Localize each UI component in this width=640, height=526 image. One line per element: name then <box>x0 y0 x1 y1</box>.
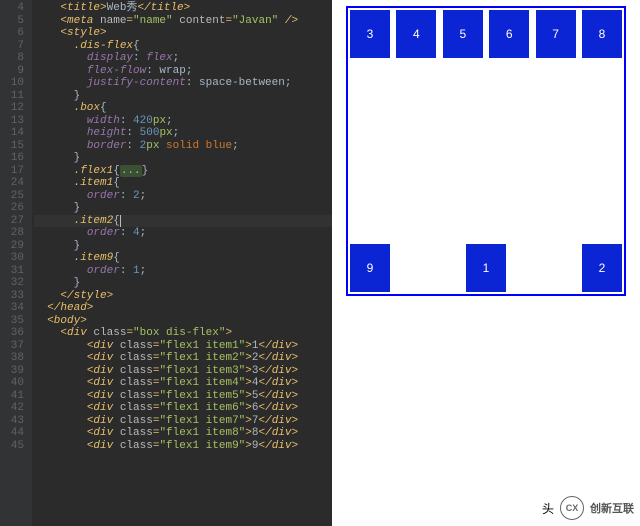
code-line[interactable]: <meta name="name" content="Javan" /> <box>34 15 332 28</box>
code-line[interactable]: <body> <box>34 315 332 328</box>
code-line[interactable]: order: 1; <box>34 265 332 278</box>
code-line[interactable]: } <box>34 90 332 103</box>
code-line[interactable]: <div class="flex1 item7">7</div> <box>34 415 332 428</box>
code-line[interactable]: } <box>34 240 332 253</box>
flex-item: 3 <box>350 10 390 58</box>
flex-item: 8 <box>582 10 622 58</box>
watermark-right: 创新互联 <box>590 500 634 516</box>
code-line[interactable]: .box{ <box>34 102 332 115</box>
code-line[interactable]: .flex1{...} <box>34 165 332 178</box>
code-line[interactable]: <div class="flex1 item9">9</div> <box>34 440 332 453</box>
code-line[interactable]: .item9{ <box>34 252 332 265</box>
code-line[interactable]: <div class="flex1 item5">5</div> <box>34 390 332 403</box>
watermark: 头 CX 创新互联 <box>542 496 634 520</box>
code-line[interactable]: <div class="box dis-flex"> <box>34 327 332 340</box>
line-gutter: 4567891011121314151617242526272829303132… <box>0 0 32 526</box>
code-line[interactable]: <div class="flex1 item6">6</div> <box>34 402 332 415</box>
code-line[interactable]: } <box>34 152 332 165</box>
code-line[interactable]: height: 500px; <box>34 127 332 140</box>
code-line[interactable]: border: 2px solid blue; <box>34 140 332 153</box>
code-line[interactable]: order: 2; <box>34 190 332 203</box>
code-line[interactable]: <div class="flex1 item2">2</div> <box>34 352 332 365</box>
code-line[interactable]: display: flex; <box>34 52 332 65</box>
code-line[interactable]: </head> <box>34 302 332 315</box>
code-line[interactable]: <title>Web秀</title> <box>34 2 332 15</box>
flex-container: 1 2 345678 9 <box>346 6 626 296</box>
code-area[interactable]: <title>Web秀</title> <meta name="name" co… <box>32 0 332 526</box>
code-line[interactable]: </style> <box>34 290 332 303</box>
code-line[interactable]: .dis-flex{ <box>34 40 332 53</box>
code-line[interactable]: order: 4; <box>34 227 332 240</box>
code-line[interactable]: <div class="flex1 item1">1</div> <box>34 340 332 353</box>
code-line[interactable]: } <box>34 277 332 290</box>
code-line[interactable]: width: 420px; <box>34 115 332 128</box>
code-line[interactable]: .item2{ <box>34 215 332 228</box>
code-line[interactable]: justify-content: space-between; <box>34 77 332 90</box>
flex-item: 4 <box>396 10 436 58</box>
flex-item: 5 <box>443 10 483 58</box>
flex-item: 6 <box>489 10 529 58</box>
code-line[interactable]: <div class="flex1 item4">4</div> <box>34 377 332 390</box>
watermark-logo-icon: CX <box>560 496 584 520</box>
flex-item: 7 <box>536 10 576 58</box>
flex-item: 9 <box>350 244 390 292</box>
code-line[interactable]: } <box>34 202 332 215</box>
watermark-left: 头 <box>542 500 554 517</box>
code-line[interactable]: <style> <box>34 27 332 40</box>
flex-item: 1 <box>466 244 506 292</box>
code-line[interactable]: .item1{ <box>34 177 332 190</box>
code-editor[interactable]: 4567891011121314151617242526272829303132… <box>0 0 332 526</box>
browser-preview: 1 2 345678 9 头 CX 创新互联 <box>332 0 640 526</box>
code-line[interactable]: <div class="flex1 item8">8</div> <box>34 427 332 440</box>
code-line[interactable]: <div class="flex1 item3">3</div> <box>34 365 332 378</box>
code-line[interactable]: flex-flow: wrap; <box>34 65 332 78</box>
flex-item: 2 <box>582 244 622 292</box>
